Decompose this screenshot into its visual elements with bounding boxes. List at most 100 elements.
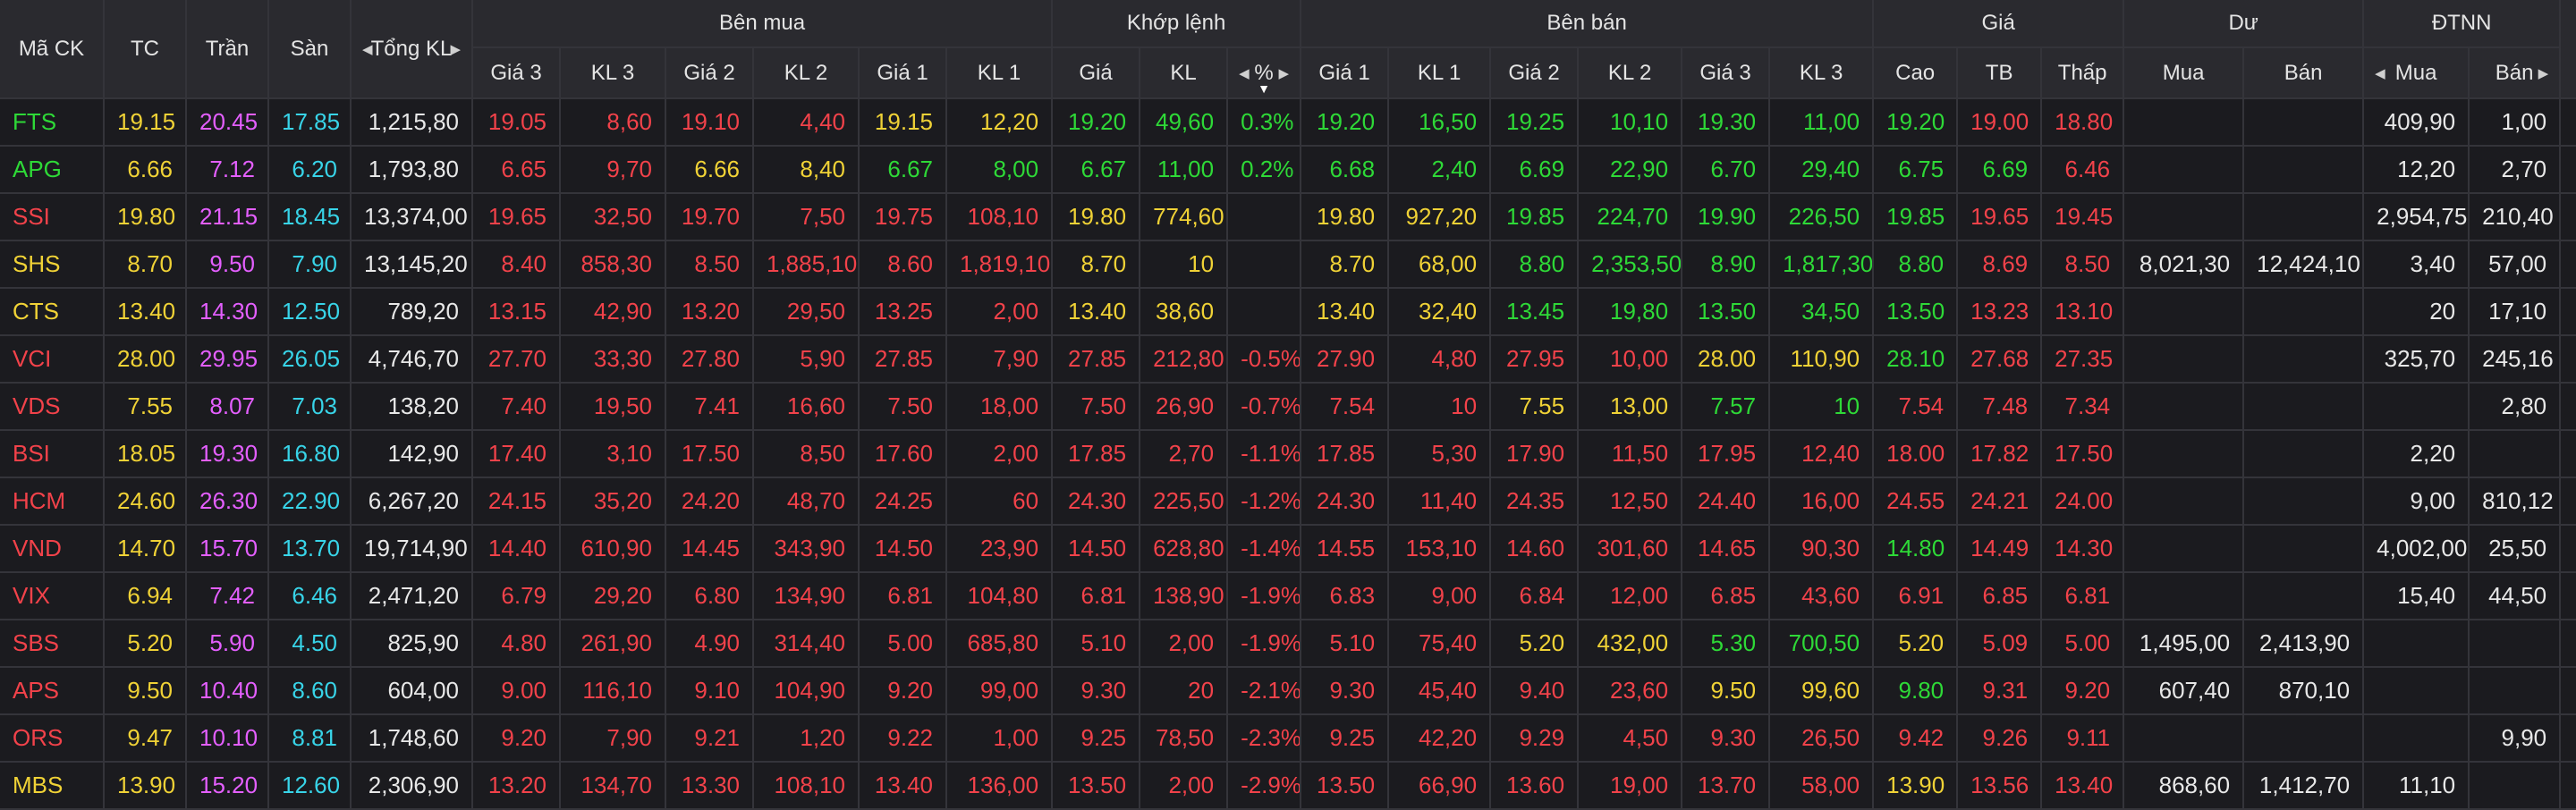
col-mua-kl2[interactable]: KL 2 xyxy=(753,47,860,99)
cell-symbol[interactable]: SBS xyxy=(0,620,105,668)
table-row[interactable]: MBS 13.90 15.20 12.60 2,306,90 13.20 134,70 13.… xyxy=(0,762,2576,810)
price-board: Mã CK TC Trần Sàn ◀ Tổng KL ▶ Bên mua Kh… xyxy=(0,0,2576,810)
table-row[interactable]: SHS 8.70 9.50 7.90 13,145,20 8.40 858,30 8.50 1,… xyxy=(0,240,2576,289)
cell-bid-volume-3: 19,50 xyxy=(560,383,666,431)
cell-match-volume: 11,00 xyxy=(1140,146,1229,194)
table-row[interactable]: VDS 7.55 8.07 7.03 138,20 7.40 19,50 7.41 16,60 7… xyxy=(0,383,2576,431)
col-mua-gia2[interactable]: Giá 2 xyxy=(665,47,754,99)
cell-ask-volume-3: 90,30 xyxy=(1769,525,1875,573)
cell-bid-volume-2: 8,40 xyxy=(753,146,860,194)
cell-symbol[interactable]: APS xyxy=(0,667,105,715)
cell-symbol[interactable]: VND xyxy=(0,525,105,573)
cell-symbol[interactable]: HCM xyxy=(0,477,105,526)
cell-symbol[interactable]: VIX xyxy=(0,572,105,620)
cell-symbol[interactable]: CTS xyxy=(0,288,105,336)
table-row[interactable]: APG 6.66 7.12 6.20 1,793,80 6.65 9,70 6.66 8,40 6… xyxy=(0,146,2576,194)
table-row[interactable]: CTS 13.40 14.30 12.50 789,20 13.15 42,90 13.20 2… xyxy=(0,288,2576,336)
col-mua-kl1[interactable]: KL 1 xyxy=(946,47,1054,99)
cell-floor-price: 6.20 xyxy=(268,146,352,194)
cell-symbol[interactable]: MBS xyxy=(0,762,105,810)
cell-foreign-sell: 57,00 xyxy=(2469,240,2562,289)
col-mua-gia1[interactable]: Giá 1 xyxy=(859,47,947,99)
col-tong-kl[interactable]: ◀ Tổng KL ▶ xyxy=(351,0,473,99)
col-ban-gia1[interactable]: Giá 1 xyxy=(1301,47,1390,99)
col-ma-ck[interactable]: Mã CK xyxy=(0,0,105,99)
cell-ask-volume-1: 16,50 xyxy=(1388,98,1492,147)
cell-remaining-sell xyxy=(2243,525,2365,573)
cell-low-price: 19.45 xyxy=(2041,193,2125,241)
cell-ask-price-3: 14.65 xyxy=(1682,525,1771,573)
col-san[interactable]: Sàn xyxy=(268,0,352,99)
scroll-gutter-cell xyxy=(2560,146,2576,194)
col-ban-kl1[interactable]: KL 1 xyxy=(1388,47,1492,99)
scroll-gutter-cell xyxy=(2560,714,2576,763)
cell-symbol[interactable]: FTS xyxy=(0,98,105,147)
caret-right-icon[interactable]: ▶ xyxy=(2538,65,2549,81)
cell-total-volume: 2,306,90 xyxy=(351,762,473,810)
col-mua-gia3[interactable]: Giá 3 xyxy=(472,47,561,99)
col-du-mua[interactable]: Mua xyxy=(2123,47,2245,99)
col-ban-gia2[interactable]: Giá 2 xyxy=(1490,47,1580,99)
caret-right-icon[interactable]: ▶ xyxy=(1279,65,1290,81)
table-row[interactable]: VIX 6.94 7.42 6.46 2,471,20 6.79 29,20 6.80 134,… xyxy=(0,572,2576,620)
col-mua-kl3[interactable]: KL 3 xyxy=(560,47,666,99)
cell-match-volume: 2,00 xyxy=(1140,620,1229,668)
col-du-ban[interactable]: Bán xyxy=(2243,47,2365,99)
cell-ask-price-2: 14.60 xyxy=(1490,525,1580,573)
col-khop-gia[interactable]: Giá xyxy=(1052,47,1141,99)
cell-floor-price: 12.50 xyxy=(268,288,352,336)
caret-left-icon[interactable]: ◀ xyxy=(1239,65,1250,81)
col-thap[interactable]: Thấp xyxy=(2041,47,2125,99)
cell-symbol[interactable]: SSI xyxy=(0,193,105,241)
col-tran[interactable]: Trần xyxy=(186,0,269,99)
cell-bid-price-3: 9.00 xyxy=(472,667,561,715)
cell-symbol[interactable]: VCI xyxy=(0,335,105,384)
cell-bid-volume-1: 7,90 xyxy=(946,335,1054,384)
col-khop-pct[interactable]: ◀ % ▶ ▼ xyxy=(1227,47,1302,99)
col-ban-kl3[interactable]: KL 3 xyxy=(1769,47,1875,99)
col-ban-kl2[interactable]: KL 2 xyxy=(1578,47,1683,99)
caret-right-icon[interactable]: ▶ xyxy=(450,41,461,57)
col-ban-gia3[interactable]: Giá 3 xyxy=(1682,47,1771,99)
cell-bid-price-1: 19.15 xyxy=(859,98,947,147)
cell-symbol[interactable]: VDS xyxy=(0,383,105,431)
cell-bid-price-3: 13.15 xyxy=(472,288,561,336)
cell-ask-price-1: 13.50 xyxy=(1301,762,1390,810)
cell-match-volume: 774,60 xyxy=(1140,193,1229,241)
caret-left-icon[interactable]: ◀ xyxy=(362,41,373,57)
table-row[interactable]: FTS 19.15 20.45 17.85 1,215,80 19.05 8,60 19.10… xyxy=(0,98,2576,147)
cell-floor-price: 16.80 xyxy=(268,430,352,478)
table-row[interactable]: ORS 9.47 10.10 8.81 1,748,60 9.20 7,90 9.21 1,20… xyxy=(0,714,2576,763)
cell-symbol[interactable]: SHS xyxy=(0,240,105,289)
scroll-gutter-cell xyxy=(2560,620,2576,668)
cell-ask-volume-2: 10,10 xyxy=(1578,98,1683,147)
col-nn-ban[interactable]: Bán ▶ xyxy=(2469,47,2562,99)
cell-bid-price-1: 8.60 xyxy=(859,240,947,289)
cell-avg-price: 6.85 xyxy=(1957,572,2043,620)
table-row[interactable]: VND 14.70 15.70 13.70 19,714,90 14.40 610,90 14… xyxy=(0,525,2576,573)
cell-symbol[interactable]: APG xyxy=(0,146,105,194)
table-row[interactable]: VCI 28.00 29.95 26.05 4,746,70 27.70 33,30 27.8… xyxy=(0,335,2576,384)
cell-bid-volume-3: 35,20 xyxy=(560,477,666,526)
table-row[interactable]: APS 9.50 10.40 8.60 604,00 9.00 116,10 9.10 104,… xyxy=(0,667,2576,715)
cell-ref-price: 28.00 xyxy=(104,335,187,384)
cell-high-price: 5.20 xyxy=(1873,620,1959,668)
col-tc[interactable]: TC xyxy=(104,0,187,99)
cell-ceiling-price: 8.07 xyxy=(186,383,269,431)
table-row[interactable]: BSI 18.05 19.30 16.80 142,90 17.40 3,10 17.50 8,… xyxy=(0,430,2576,478)
col-nn-mua[interactable]: ◀ Mua xyxy=(2363,47,2470,99)
table-row[interactable]: SSI 19.80 21.15 18.45 13,374,00 19.65 32,50 19.… xyxy=(0,193,2576,241)
caret-down-icon[interactable]: ▼ xyxy=(1258,81,1270,96)
col-cao[interactable]: Cao xyxy=(1873,47,1959,99)
cell-symbol[interactable]: ORS xyxy=(0,714,105,763)
cell-symbol[interactable]: BSI xyxy=(0,430,105,478)
table-row[interactable]: SBS 5.20 5.90 4.50 825,90 4.80 261,90 4.90 314,4… xyxy=(0,620,2576,668)
caret-left-icon[interactable]: ◀ xyxy=(2375,65,2385,81)
cell-bid-volume-2: 29,50 xyxy=(753,288,860,336)
cell-total-volume: 13,145,20 xyxy=(351,240,473,289)
table-row[interactable]: HCM 24.60 26.30 22.90 6,267,20 24.15 35,20 24.2… xyxy=(0,477,2576,526)
cell-high-price: 14.80 xyxy=(1873,525,1959,573)
col-tb[interactable]: TB xyxy=(1957,47,2043,99)
cell-match-price: 8.70 xyxy=(1052,240,1141,289)
col-khop-kl[interactable]: KL xyxy=(1140,47,1229,99)
